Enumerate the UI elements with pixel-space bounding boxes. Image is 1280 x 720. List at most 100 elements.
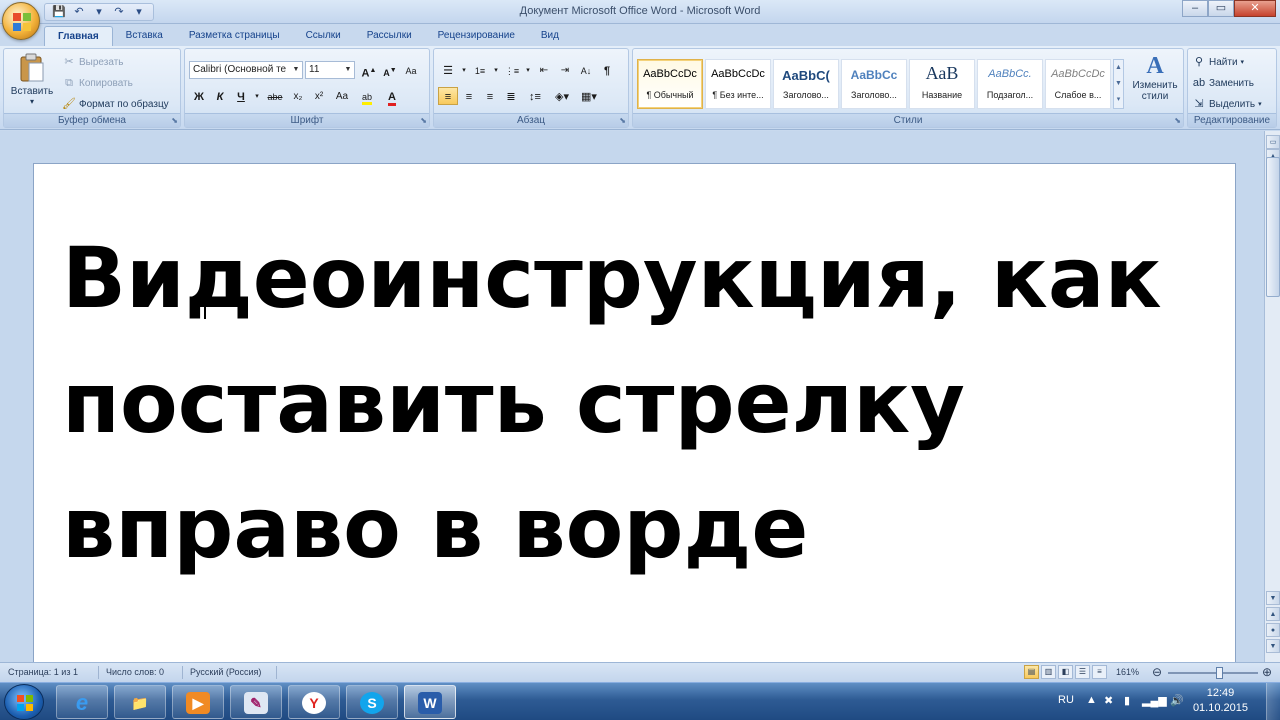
multilevel-list-icon[interactable]: ⋮≡: [502, 61, 522, 79]
next-page-icon[interactable]: ▼: [1266, 639, 1280, 653]
style-heading-2[interactable]: AaBbCc Заголово...: [841, 59, 907, 109]
style-subtitle[interactable]: AaBbCc. Подзагол...: [977, 59, 1043, 109]
tab-page-layout[interactable]: Разметка страницы: [176, 26, 293, 46]
maximize-button[interactable]: ▭: [1208, 0, 1234, 17]
ruler-toggle-icon[interactable]: ▭: [1266, 135, 1280, 149]
zoom-level[interactable]: 161%: [1116, 667, 1139, 677]
print-layout-view-icon[interactable]: ▤: [1024, 665, 1039, 679]
replace-button[interactable]: ab Заменить: [1192, 76, 1254, 90]
word-task[interactable]: W: [404, 685, 456, 719]
outline-view-icon[interactable]: ☰: [1075, 665, 1090, 679]
page-count[interactable]: Страница: 1 из 1: [8, 667, 78, 677]
scrollbar-thumb[interactable]: [1266, 157, 1280, 297]
sort-icon[interactable]: A↓: [576, 61, 596, 79]
clipboard-launcher-icon[interactable]: ⬊: [171, 116, 178, 125]
zoom-slider-thumb[interactable]: [1215, 667, 1223, 679]
document-text[interactable]: Видеоинструкция, как поставить стрелку в…: [62, 216, 1232, 591]
borders-icon[interactable]: ▦▾: [576, 87, 602, 105]
tab-home[interactable]: Главная: [44, 26, 113, 46]
draft-view-icon[interactable]: ≡: [1092, 665, 1107, 679]
font-name-dropdown-icon[interactable]: ▼: [291, 63, 301, 77]
internet-explorer-task[interactable]: e: [56, 685, 108, 719]
shrink-font-button[interactable]: A▼: [380, 61, 400, 79]
zoom-slider[interactable]: [1168, 672, 1258, 674]
multilevel-dropdown-icon[interactable]: ▾: [523, 61, 533, 79]
font-name-combo[interactable]: Calibri (Основной те ▼: [189, 61, 303, 79]
full-screen-reading-icon[interactable]: ▥: [1041, 665, 1056, 679]
file-explorer-task[interactable]: 📁: [114, 685, 166, 719]
yandex-browser-task[interactable]: Y: [288, 685, 340, 719]
show-desktop-button[interactable]: [1266, 683, 1280, 720]
grow-font-button[interactable]: A▲: [359, 61, 379, 80]
network-icon[interactable]: ▂▄▆: [1142, 694, 1167, 707]
numbering-icon[interactable]: 1≡: [470, 61, 490, 79]
style-subtle-emphasis[interactable]: AaBbCcDc Слабое в...: [1045, 59, 1111, 109]
align-left-icon[interactable]: ≡: [438, 87, 458, 105]
tab-insert[interactable]: Вставка: [113, 26, 176, 46]
tab-references[interactable]: Ссылки: [293, 26, 354, 46]
bullets-dropdown-icon[interactable]: ▾: [459, 61, 469, 79]
browse-object-icon[interactable]: ●: [1266, 623, 1280, 637]
show-marks-button[interactable]: ¶: [597, 61, 617, 79]
skype-task[interactable]: S: [346, 685, 398, 719]
tab-view[interactable]: Вид: [528, 26, 572, 46]
show-hidden-icons-icon[interactable]: ▲: [1086, 694, 1097, 706]
font-launcher-icon[interactable]: ⬊: [420, 116, 427, 125]
media-player-task[interactable]: ▶: [172, 685, 224, 719]
tab-review[interactable]: Рецензирование: [425, 26, 528, 46]
find-button[interactable]: ⚲ Найти ▾: [1192, 55, 1244, 69]
language[interactable]: Русский (Россия): [190, 667, 261, 677]
paint-tool-task[interactable]: ✎: [230, 685, 282, 719]
office-button[interactable]: [2, 2, 40, 40]
close-button[interactable]: ✕: [1234, 0, 1276, 17]
numbering-dropdown-icon[interactable]: ▾: [491, 61, 501, 79]
italic-button[interactable]: К: [210, 87, 230, 105]
underline-dropdown-icon[interactable]: ▾: [252, 87, 262, 105]
styles-launcher-icon[interactable]: ⬊: [1174, 116, 1181, 125]
shading-icon[interactable]: ◈▾: [549, 87, 575, 105]
font-color-button[interactable]: A: [380, 87, 404, 106]
styles-more-icon[interactable]: ▾: [1114, 92, 1123, 108]
clock[interactable]: 12:49 01.10.2015: [1193, 686, 1248, 716]
scroll-down-icon[interactable]: ▼: [1266, 591, 1280, 605]
increase-indent-icon[interactable]: ⇥: [555, 61, 575, 79]
style-title[interactable]: АаВ Название: [909, 59, 975, 109]
document-page[interactable]: Видеоинструкция, как поставить стрелку в…: [33, 163, 1236, 683]
styles-scroll-up-icon[interactable]: ▲: [1114, 60, 1123, 76]
volume-icon[interactable]: 🔊: [1170, 694, 1184, 707]
vertical-scrollbar[interactable]: ▭ ▲ ▼ ▲ ● ▼: [1264, 131, 1280, 662]
select-button[interactable]: ⇲ Выделить ▾: [1192, 97, 1261, 111]
align-center-icon[interactable]: ≡: [459, 87, 479, 105]
start-button[interactable]: [4, 684, 44, 720]
cut-button[interactable]: ✂ Вырезать: [62, 55, 123, 69]
paste-button[interactable]: Вставить ▾: [7, 53, 57, 106]
paragraph-launcher-icon[interactable]: ⬊: [619, 116, 626, 125]
web-layout-icon[interactable]: ◧: [1058, 665, 1073, 679]
tab-mailings[interactable]: Рассылки: [354, 26, 425, 46]
font-size-combo[interactable]: 11 ▼: [305, 61, 355, 79]
superscript-button[interactable]: x²: [309, 87, 329, 105]
bold-button[interactable]: Ж: [189, 87, 209, 105]
zoom-in-icon[interactable]: ⊕: [1262, 665, 1272, 679]
style-normal[interactable]: AaBbCcDc ¶ Обычный: [637, 59, 703, 109]
change-styles-button[interactable]: A Изменить стили: [1127, 53, 1183, 102]
copy-button[interactable]: ⧉ Копировать: [62, 76, 133, 90]
change-case-button[interactable]: Aa: [330, 87, 354, 105]
language-indicator[interactable]: RU: [1058, 694, 1074, 706]
zoom-out-icon[interactable]: ⊖: [1152, 665, 1162, 679]
style-no-spacing[interactable]: AaBbCcDc ¶ Без инте...: [705, 59, 771, 109]
minimize-button[interactable]: –: [1182, 0, 1208, 17]
style-heading-1[interactable]: AaBbC( Заголово...: [773, 59, 839, 109]
align-right-icon[interactable]: ≡: [480, 87, 500, 105]
clear-formatting-button[interactable]: Aa: [401, 61, 421, 79]
format-painter-button[interactable]: 🖌 Формат по образцу: [62, 97, 169, 111]
decrease-indent-icon[interactable]: ⇤: [534, 61, 554, 79]
battery-icon[interactable]: ▮: [1124, 694, 1130, 707]
bullets-icon[interactable]: ☰: [438, 61, 458, 79]
previous-page-icon[interactable]: ▲: [1266, 607, 1280, 621]
strikethrough-button[interactable]: abe: [263, 87, 287, 105]
line-spacing-icon[interactable]: ↕≡: [522, 87, 548, 105]
word-count[interactable]: Число слов: 0: [106, 667, 164, 677]
font-size-dropdown-icon[interactable]: ▼: [343, 63, 353, 77]
styles-scroll-down-icon[interactable]: ▼: [1114, 76, 1123, 92]
